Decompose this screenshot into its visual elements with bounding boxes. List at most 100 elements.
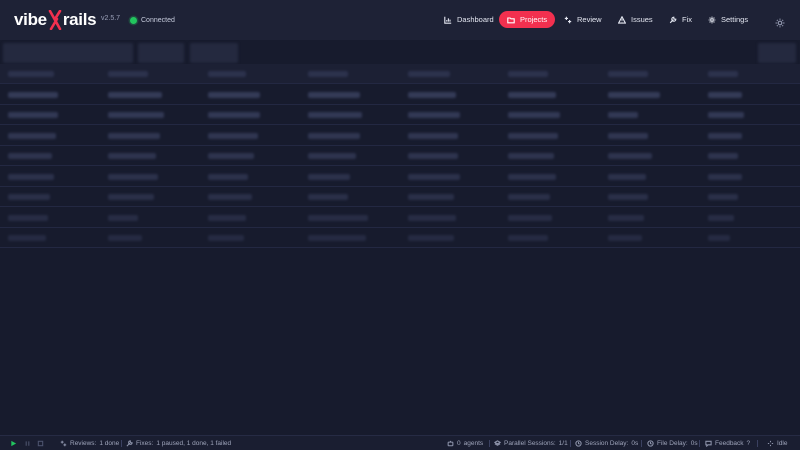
blurred-cell (608, 214, 644, 221)
blurred-cell (108, 91, 162, 98)
nav-fix[interactable]: Fix (661, 11, 700, 28)
table-row[interactable] (0, 146, 800, 166)
blurred-cell (408, 235, 454, 241)
connection-status-label: Connected (141, 16, 175, 24)
blurred-cell (208, 132, 258, 139)
bot-icon (447, 440, 454, 447)
agents-label: agents (463, 440, 484, 447)
blurred-toolbar-left (3, 43, 133, 63)
layers-icon (494, 440, 501, 446)
blurred-cell (108, 132, 160, 139)
reviews-value: 1 done (99, 440, 120, 447)
blurred-cell (208, 173, 248, 180)
blurred-cell (308, 214, 368, 221)
blurred-cell (508, 71, 548, 77)
blurred-cell (708, 194, 738, 200)
blurred-cell (308, 71, 348, 77)
table-row[interactable] (0, 208, 800, 228)
table-row[interactable] (0, 167, 800, 187)
blurred-cell (508, 112, 560, 118)
blurred-cell (108, 153, 156, 159)
table-row[interactable] (0, 187, 800, 207)
blurred-toolbar-right (758, 43, 796, 63)
logo-bolt-icon (48, 10, 62, 30)
agents-status: 0 agents (447, 439, 483, 448)
theme-toggle-button[interactable] (775, 15, 785, 28)
blurred-cell (508, 214, 552, 221)
feedback-mark: ? (746, 440, 751, 447)
blurred-cell (608, 173, 646, 180)
blurred-cell (708, 132, 742, 139)
app-logo[interactable]: vibe rails (14, 10, 97, 30)
blurred-cell (608, 153, 652, 159)
blurred-cell (408, 112, 460, 118)
reviews-status: Reviews: 1 done (60, 439, 119, 448)
blurred-cell (608, 91, 660, 98)
table-row[interactable] (0, 228, 800, 248)
chat-bubble-icon (705, 440, 712, 447)
logo-text-right: rails (62, 10, 97, 29)
top-header: vibe rails v2.5.7 Connected Dashboard Pr… (0, 0, 800, 40)
blurred-cell (8, 235, 46, 241)
nav-settings-label: Settings (721, 15, 749, 24)
blurred-toolbar-mid2 (190, 43, 238, 63)
sun-icon (775, 18, 785, 28)
blurred-cell (408, 153, 458, 159)
divider (121, 440, 122, 447)
blurred-cell (8, 132, 56, 139)
connection-status: Connected (130, 14, 175, 26)
table-row[interactable] (0, 85, 800, 105)
nav-projects-label: Projects (520, 15, 548, 24)
blurred-cell (208, 153, 254, 159)
blurred-cell (708, 71, 738, 77)
file-delay-status: File Delay: 0s (647, 439, 698, 448)
blurred-cell (108, 112, 164, 118)
stop-button[interactable] (37, 439, 44, 448)
session-delay-status: Session Delay: 0s (575, 439, 638, 448)
fixes-status: Fixes: 1 paused, 1 done, 1 failed (126, 439, 231, 448)
blurred-cell (208, 112, 260, 118)
stop-icon (37, 440, 44, 447)
feedback-label: Feedback (715, 440, 744, 447)
activity-state-label: Idle (777, 440, 788, 447)
blurred-cell (308, 194, 348, 200)
nav-issues-label: Issues (631, 15, 653, 24)
blurred-cell (708, 112, 744, 118)
table-row[interactable] (0, 126, 800, 146)
blurred-cell (408, 173, 460, 180)
blurred-cell (8, 71, 54, 77)
blurred-cell (108, 214, 138, 221)
blurred-cell (8, 214, 48, 221)
blurred-cell (508, 132, 558, 139)
gear-icon (708, 16, 716, 23)
parallel-sessions-status: Parallel Sessions: 1/1 (494, 439, 568, 448)
blurred-cell (608, 112, 638, 118)
start-button[interactable] (10, 439, 17, 448)
nav-dashboard[interactable]: Dashboard (436, 11, 502, 28)
pause-button[interactable] (24, 439, 31, 448)
blurred-cell (208, 194, 252, 200)
file-delay-value: 0s (690, 440, 698, 447)
divider (489, 440, 490, 447)
nav-settings[interactable]: Settings (700, 11, 756, 28)
blurred-cell (708, 214, 734, 221)
nav-review-label: Review (577, 15, 602, 24)
blurred-cell (8, 194, 50, 200)
blurred-cell (108, 194, 154, 200)
blurred-cell (408, 91, 456, 98)
nav-review[interactable]: Review (556, 11, 610, 28)
feedback-button[interactable]: Feedback ? (705, 439, 750, 448)
divider (757, 440, 758, 447)
nav-issues[interactable]: Issues (610, 11, 661, 28)
fixes-value: 1 paused, 1 done, 1 failed (156, 440, 232, 447)
blurred-cell (608, 132, 648, 139)
dot-spinner-icon (767, 440, 774, 447)
divider (570, 440, 571, 447)
sparkles-icon (564, 16, 572, 23)
table-row[interactable] (0, 105, 800, 125)
reviews-label: Reviews: (70, 440, 97, 447)
blurred-cell (408, 71, 450, 77)
nav-fix-label: Fix (682, 15, 692, 24)
nav-dashboard-label: Dashboard (457, 15, 494, 24)
nav-projects[interactable]: Projects (499, 11, 556, 28)
